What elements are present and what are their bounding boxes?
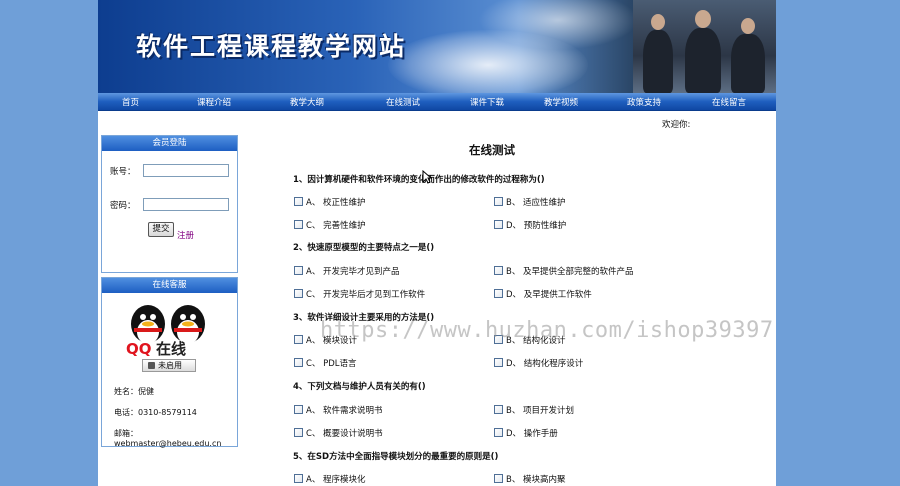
- checkbox[interactable]: [294, 474, 303, 483]
- page-title: 在线测试: [469, 143, 515, 157]
- account-label: 账号：: [110, 167, 136, 177]
- checkbox[interactable]: [494, 197, 503, 206]
- checkbox[interactable]: [494, 266, 503, 275]
- checkbox[interactable]: [294, 266, 303, 275]
- nav-item-home[interactable]: 首页: [122, 96, 139, 108]
- option-1c[interactable]: C、 完善性维护: [294, 219, 366, 231]
- submit-button[interactable]: 提交: [148, 222, 174, 237]
- option-1a[interactable]: A、 校正性维护: [294, 196, 366, 208]
- checkbox[interactable]: [294, 405, 303, 414]
- option-5a[interactable]: A、 程序模块化: [294, 473, 366, 485]
- nav-item-policy[interactable]: 政策支持: [627, 96, 661, 108]
- nav-item-courseware[interactable]: 课件下载: [470, 96, 504, 108]
- svg-text:QQ: QQ: [126, 340, 152, 358]
- contact-phone: 电话：0310-8579114: [114, 408, 197, 417]
- customer-service-panel: 在线客服 QQ 在线 未启用 姓名：倪健 电话：0310-8579114 邮箱：…: [101, 277, 238, 448]
- checkbox[interactable]: [294, 358, 303, 367]
- site-title: 软件工程课程教学网站: [136, 32, 407, 61]
- nav-item-message[interactable]: 在线留言: [712, 96, 746, 108]
- option-4a[interactable]: A、 软件需求说明书: [294, 404, 383, 416]
- watermark-text: https://www.huzhan.com/ishop39397: [320, 318, 774, 343]
- checkbox[interactable]: [494, 405, 503, 414]
- question-text: 2、快速原型模型的主要特点之一是(): [293, 243, 435, 253]
- option-1b[interactable]: B、 适应性维护: [494, 196, 566, 208]
- nav-item-course-intro[interactable]: 课程介绍: [197, 96, 231, 108]
- option-2b[interactable]: B、 及早提供全部完整的软件产品: [494, 265, 634, 277]
- option-2c[interactable]: C、 开发完毕后才见到工作软件: [294, 288, 425, 300]
- welcome-text: 欢迎你:: [662, 120, 691, 130]
- option-4c[interactable]: C、 概要设计说明书: [294, 427, 383, 439]
- nav-item-syllabus[interactable]: 教学大纲: [290, 96, 324, 108]
- account-input[interactable]: [143, 164, 229, 177]
- register-link[interactable]: 注册: [177, 229, 194, 241]
- checkbox[interactable]: [494, 474, 503, 483]
- qq-status-label: 未启用: [158, 361, 182, 370]
- option-5b[interactable]: B、 模块高内聚: [494, 473, 566, 485]
- checkbox[interactable]: [494, 428, 503, 437]
- contact-email: 邮箱：webmaster@hebeu.edu.cn: [114, 429, 222, 448]
- checkbox[interactable]: [494, 289, 503, 298]
- checkbox[interactable]: [294, 335, 303, 344]
- contact-name: 姓名：倪健: [114, 387, 154, 396]
- option-3c[interactable]: C、 PDL语言: [294, 357, 357, 369]
- login-panel-title: 会员登陆: [102, 136, 237, 151]
- checkbox[interactable]: [294, 428, 303, 437]
- qq-status-badge[interactable]: 未启用: [142, 359, 196, 372]
- question-text: 1、因计算机硬件和软件环境的变化而作出的修改软件的过程称为(): [293, 175, 545, 185]
- option-2d[interactable]: D、 及早提供工作软件: [494, 288, 592, 300]
- service-panel-title: 在线客服: [102, 278, 237, 293]
- header-banner: 软件工程课程教学网站: [98, 0, 776, 93]
- login-panel: 会员登陆 账号： 密码： 提交 注册: [101, 135, 238, 273]
- checkbox[interactable]: [494, 358, 503, 367]
- banner-photo: [633, 0, 776, 93]
- qq-online-logo[interactable]: QQ 在线: [124, 302, 216, 358]
- checkbox[interactable]: [294, 289, 303, 298]
- option-1d[interactable]: D、 预防性维护: [494, 219, 566, 231]
- checkbox[interactable]: [294, 197, 303, 206]
- nav-item-online-test[interactable]: 在线测试: [386, 96, 420, 108]
- option-3d[interactable]: D、 结构化程序设计: [494, 357, 583, 369]
- question-text: 5、在SD方法中全面指导模块划分的最重要的原则是(): [293, 452, 499, 462]
- option-4b[interactable]: B、 项目开发计划: [494, 404, 574, 416]
- password-label: 密码：: [110, 201, 136, 211]
- option-2a[interactable]: A、 开发完毕才见到产品: [294, 265, 400, 277]
- page-container: 软件工程课程教学网站 首页 课程介绍 教学大纲 在线测试 课件下载 教学视频 政…: [98, 0, 776, 486]
- checkbox[interactable]: [294, 220, 303, 229]
- svg-text:在线: 在线: [156, 340, 186, 358]
- password-input[interactable]: [143, 198, 229, 211]
- mouse-cursor-icon: [422, 170, 432, 184]
- nav-item-video[interactable]: 教学视频: [544, 96, 578, 108]
- option-4d[interactable]: D、 操作手册: [494, 427, 558, 439]
- checkbox[interactable]: [494, 220, 503, 229]
- qq-status-icon: [148, 362, 155, 369]
- main-nav: 首页 课程介绍 教学大纲 在线测试 课件下载 教学视频 政策支持 在线留言: [98, 93, 776, 111]
- question-text: 4、下列文档与维护人员有关的有(): [293, 382, 426, 392]
